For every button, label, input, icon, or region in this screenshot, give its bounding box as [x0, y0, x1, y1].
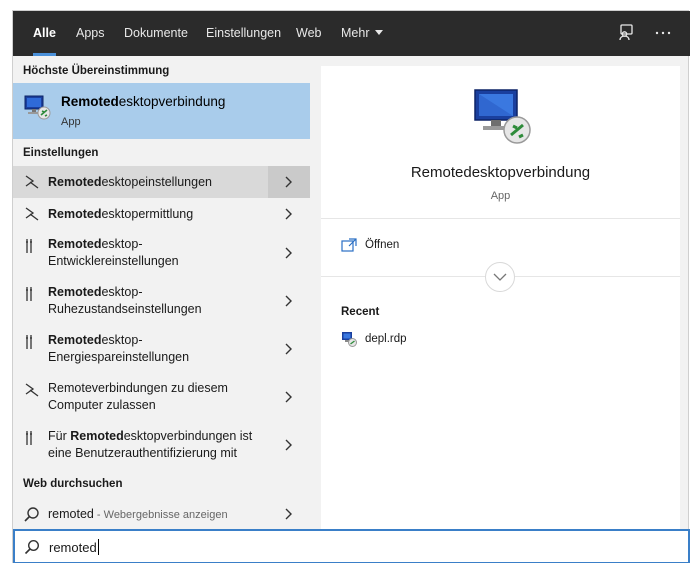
- settings-item-power-settings[interactable]: Remotedesktop-Energiespareinstellungen: [13, 325, 310, 373]
- chevron-right-icon: [285, 176, 292, 188]
- tools-icon: [26, 335, 32, 349]
- search-input[interactable]: remoted: [49, 539, 99, 555]
- tools-icon: [26, 239, 32, 253]
- web-search-label: remoted - Webergebnisse anzeigen: [48, 507, 228, 521]
- settings-item-label: Für Remotedesktopverbindungen ist eine B…: [48, 429, 253, 460]
- settings-item-main[interactable]: Remotedesktopeinstellungen: [13, 166, 268, 198]
- top-nav: Alle Apps Dokumente Einstellungen Web Me…: [13, 11, 690, 56]
- chevron-right-icon: [285, 391, 292, 403]
- open-label: Öffnen: [365, 239, 400, 251]
- settings-item-label: Remotedesktopermittlung: [48, 207, 194, 221]
- settings-item-label: Remotedesktop-Ruhezustandseinstellungen: [48, 285, 202, 316]
- settings-item-expand-button[interactable]: [268, 421, 310, 469]
- settings-header: Einstellungen: [23, 147, 99, 159]
- settings-item-main[interactable]: Remotedesktop-Energiespareinstellungen: [13, 325, 268, 373]
- settings-item-expand-button[interactable]: [268, 166, 310, 198]
- chevron-right-icon: [285, 439, 292, 451]
- tab-more[interactable]: Mehr: [331, 11, 393, 56]
- settings-item-sleep-settings[interactable]: Remotedesktop-Ruhezustandseinstellungen: [13, 277, 310, 325]
- web-search-main[interactable]: remoted - Webergebnisse anzeigen: [13, 498, 268, 530]
- web-search-expand-button[interactable]: [268, 498, 310, 530]
- detail-pane: Remotedesktopverbindung App Öffnen Recen…: [321, 66, 680, 530]
- chevron-right-icon: [285, 247, 292, 259]
- search-bar[interactable]: remoted: [13, 529, 690, 563]
- tab-web[interactable]: Web: [286, 11, 331, 56]
- settings-item-developer-settings[interactable]: Remotedesktop-Entwicklereinstellungen: [13, 229, 310, 277]
- settings-item-main[interactable]: Für Remotedesktopverbindungen ist eine B…: [13, 421, 268, 469]
- settings-item-remote-desktop-discovery[interactable]: Remotedesktopermittlung: [13, 198, 310, 229]
- chevron-right-icon: [285, 208, 292, 219]
- rdp-file-icon: [342, 332, 357, 347]
- chevron-right-icon: [285, 508, 292, 520]
- chevron-right-icon: [285, 295, 292, 307]
- best-match-subtitle: App: [61, 116, 81, 128]
- best-match-title: Remotedesktopverbindung: [61, 94, 226, 109]
- settings-item-main[interactable]: Remoteverbindungen zu diesem Computer zu…: [13, 373, 268, 421]
- tab-apps[interactable]: Apps: [66, 11, 115, 56]
- open-icon: [341, 238, 357, 252]
- web-search-header: Web durchsuchen: [23, 478, 123, 490]
- chevron-down-icon: [375, 30, 384, 35]
- settings-item-expand-button[interactable]: [268, 373, 310, 421]
- web-search-item[interactable]: remoted - Webergebnisse anzeigen: [13, 498, 310, 530]
- settings-item-label: Remotedesktopeinstellungen: [48, 175, 212, 189]
- settings-item-remote-desktop-settings[interactable]: Remotedesktopeinstellungen: [13, 166, 310, 198]
- results-pane: Höchste Übereinstimmung Remotedesktopver…: [13, 56, 310, 530]
- settings-item-label: Remoteverbindungen zu diesem Computer zu…: [48, 381, 228, 412]
- settings-item-main[interactable]: Remotedesktopermittlung: [13, 198, 268, 229]
- best-match-header: Höchste Übereinstimmung: [23, 65, 170, 77]
- remote-desktop-icon: [23, 93, 51, 121]
- text-cursor: [97, 539, 99, 555]
- tools-icon: [26, 431, 32, 445]
- settings-item-allow-remote-connections[interactable]: Remoteverbindungen zu diesem Computer zu…: [13, 373, 310, 421]
- settings-item-expand-button[interactable]: [268, 325, 310, 373]
- settings-item-main[interactable]: Remotedesktop-Entwicklereinstellungen: [13, 229, 268, 277]
- tab-documents[interactable]: Dokumente: [114, 11, 198, 56]
- detail-title: Remotedesktopverbindung: [410, 164, 591, 181]
- tab-settings[interactable]: Einstellungen: [196, 11, 291, 56]
- remote-settings-icon: [25, 383, 39, 397]
- settings-item-label: Remotedesktop-Energiespareinstellungen: [48, 333, 190, 364]
- recent-header: Recent: [341, 306, 380, 318]
- feedback-icon[interactable]: [616, 23, 636, 43]
- settings-item-user-authentication[interactable]: Für Remotedesktopverbindungen ist eine B…: [13, 421, 310, 469]
- remote-settings-icon: [25, 207, 39, 221]
- settings-item-expand-button[interactable]: [268, 277, 310, 325]
- tab-all[interactable]: Alle: [23, 11, 66, 56]
- ellipsis-icon[interactable]: [653, 23, 673, 43]
- best-match-item[interactable]: Remotedesktopverbindung App: [13, 83, 310, 139]
- remote-desktop-icon: [471, 86, 535, 146]
- settings-item-expand-button[interactable]: [268, 229, 310, 277]
- remote-settings-icon: [25, 175, 39, 189]
- search-icon: [24, 507, 39, 522]
- chevron-down-icon: [493, 273, 507, 281]
- tools-icon: [26, 287, 32, 301]
- recent-item-label: depl.rdp: [365, 333, 407, 345]
- settings-item-expand-button[interactable]: [268, 198, 310, 229]
- settings-item-label: Remotedesktop-Entwicklereinstellungen: [48, 237, 179, 268]
- detail-subtitle: App: [490, 190, 511, 202]
- expand-button[interactable]: [485, 262, 515, 292]
- tab-more-label: Mehr: [341, 26, 370, 40]
- chevron-right-icon: [285, 343, 292, 355]
- search-icon: [24, 539, 40, 555]
- search-window: Alle Apps Dokumente Einstellungen Web Me…: [12, 10, 690, 563]
- settings-item-main[interactable]: Remotedesktop-Ruhezustandseinstellungen: [13, 277, 268, 325]
- divider: [321, 218, 680, 219]
